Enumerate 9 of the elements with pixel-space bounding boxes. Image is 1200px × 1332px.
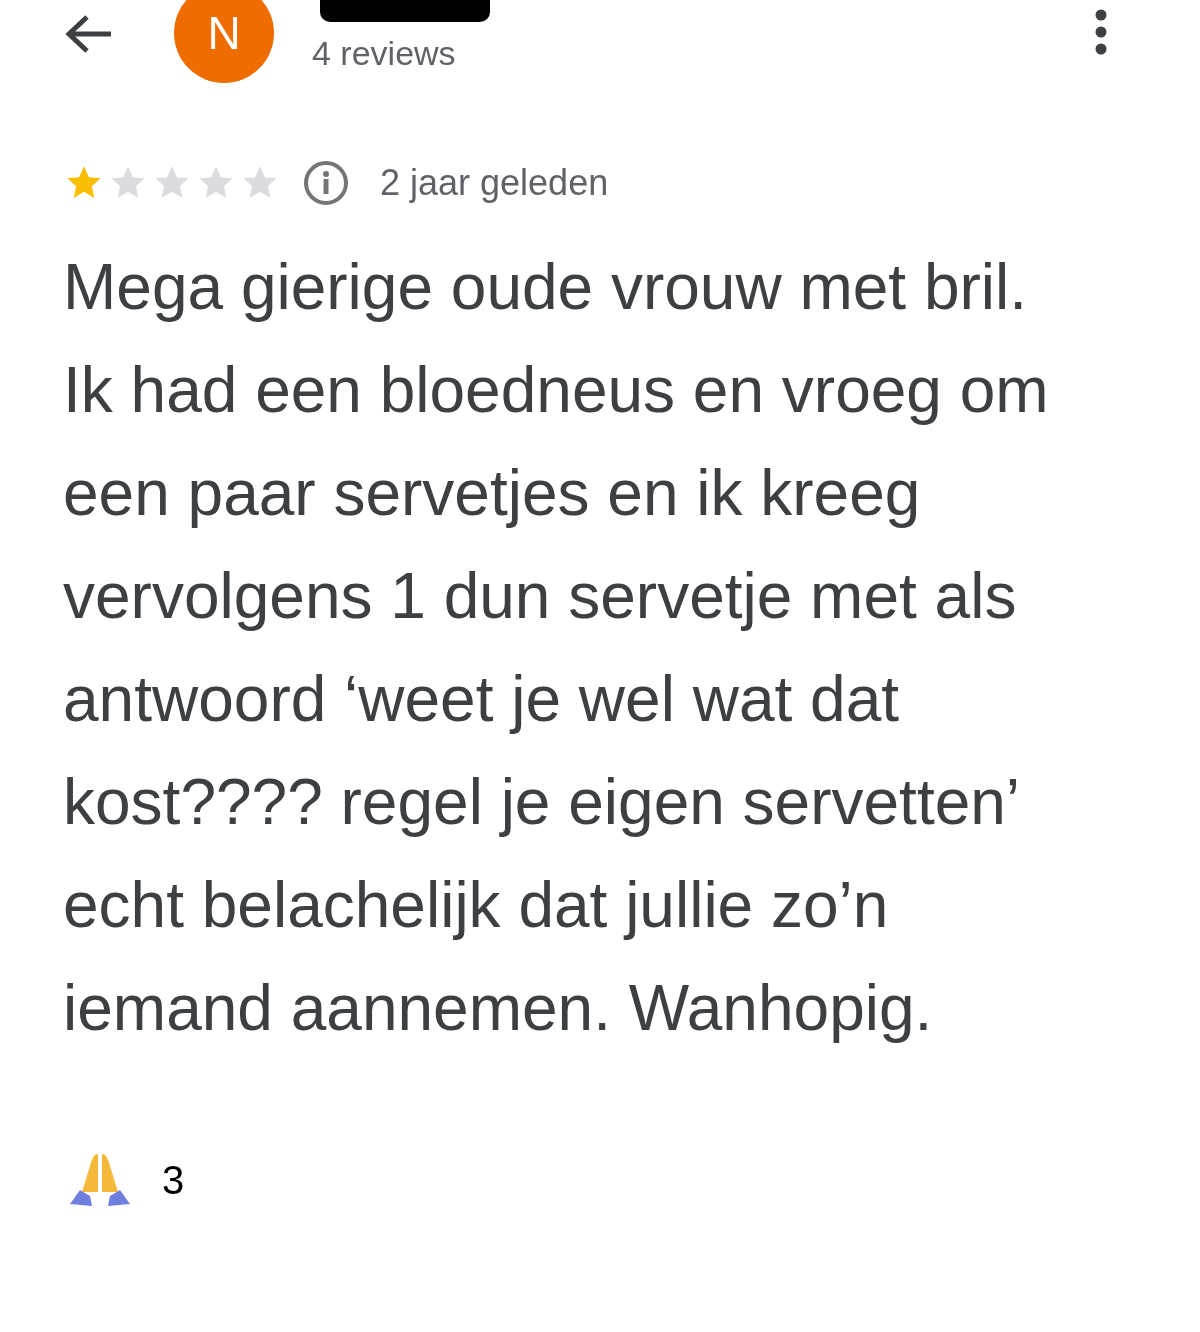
info-icon[interactable] — [302, 159, 350, 207]
review-count: 4 reviews — [312, 36, 457, 70]
avatar: N — [174, 0, 274, 83]
praying-hands-icon[interactable] — [68, 1152, 132, 1208]
more-vertical-icon — [1094, 9, 1108, 55]
reaction-count: 3 — [162, 1157, 185, 1204]
review-time: 2 jaar geleden — [380, 161, 609, 205]
review-text: Mega gierige oude vrouw met bril. Ik had een bloedneus en vroeg om een paar servetjes en ik kreeg vervolgens 1 dun servetje met als antwoord ‘weet je wel wat dat kost???? regel je eigen servetten’ echt belachelijk dat jullie zo’n iemand aannemen. Wanhopig. — [63, 250, 1050, 1046]
back-arrow-icon — [63, 14, 113, 54]
